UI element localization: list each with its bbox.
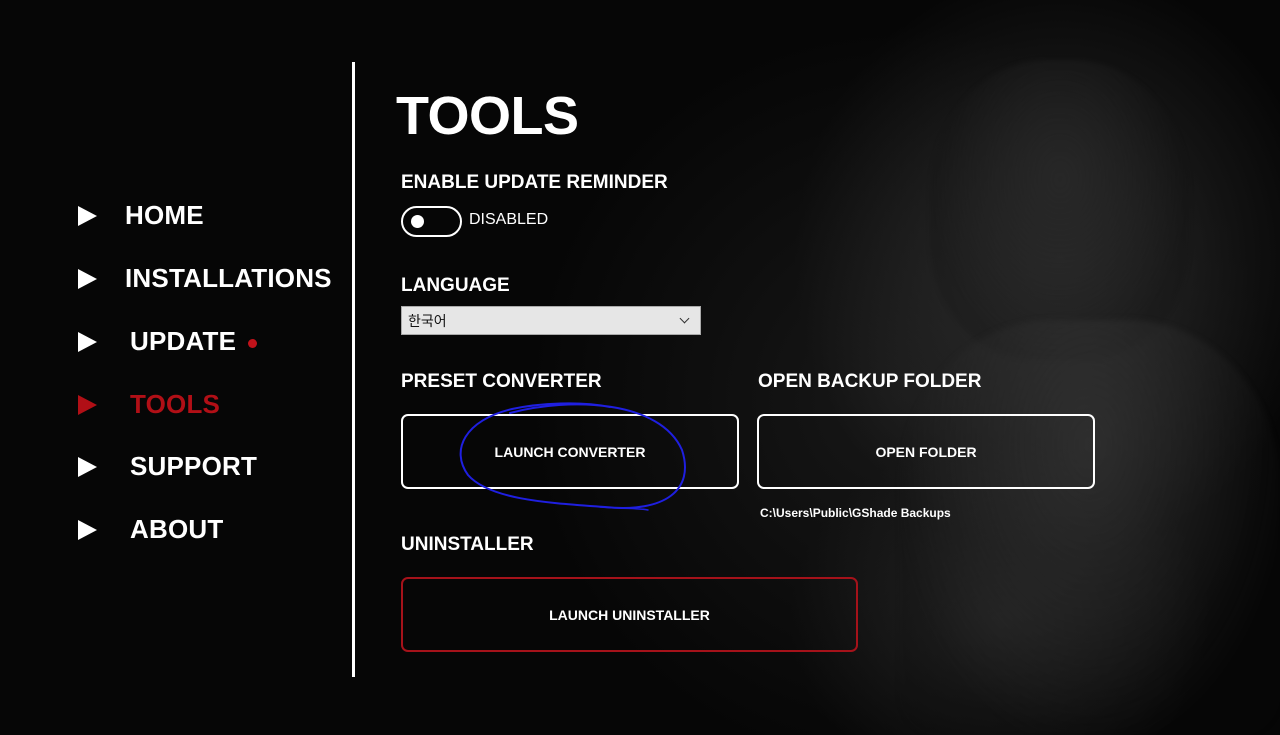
- nav-item-label: ABOUT: [130, 514, 224, 544]
- update-reminder-label: ENABLE UPDATE REMINDER: [401, 172, 668, 193]
- play-arrow-icon: [78, 268, 97, 289]
- nav-item-label: UPDATE: [130, 326, 237, 356]
- launch-uninstaller-button-label: LAUNCH UNINSTALLER: [549, 606, 710, 623]
- sidebar-divider: [352, 62, 355, 677]
- nav-item-support[interactable]: SUPPORT: [78, 451, 257, 482]
- sidebar-nav: HOME INSTALLATIONS UPDATE TOOLS SUPPORT …: [0, 0, 352, 735]
- launch-converter-button[interactable]: LAUNCH CONVERTER: [401, 414, 739, 489]
- open-folder-button-label: OPEN FOLDER: [875, 443, 977, 460]
- language-select[interactable]: 한국어: [401, 306, 701, 335]
- nav-item-installations[interactable]: INSTALLATIONS: [78, 263, 332, 294]
- update-reminder-toggle[interactable]: [401, 206, 462, 237]
- language-label: LANGUAGE: [401, 275, 510, 296]
- launch-uninstaller-button[interactable]: LAUNCH UNINSTALLER: [401, 577, 858, 652]
- nav-item-label: SUPPORT: [130, 451, 258, 481]
- nav-item-update[interactable]: UPDATE: [78, 326, 258, 357]
- nav-item-tools[interactable]: TOOLS: [78, 389, 220, 420]
- open-folder-button[interactable]: OPEN FOLDER: [757, 414, 1095, 489]
- update-reminder-state: DISABLED: [469, 211, 549, 228]
- nav-item-about[interactable]: ABOUT: [78, 514, 223, 545]
- play-arrow-icon: [78, 456, 97, 477]
- update-available-dot: [248, 339, 258, 348]
- nav-item-label: INSTALLATIONS: [125, 263, 332, 293]
- preset-converter-label: PRESET CONVERTER: [401, 371, 602, 392]
- launch-converter-button-label: LAUNCH CONVERTER: [494, 443, 646, 460]
- nav-item-home[interactable]: HOME: [78, 200, 204, 231]
- uninstaller-label: UNINSTALLER: [401, 534, 534, 555]
- play-arrow-icon: [78, 331, 97, 352]
- language-selected-value: 한국어: [408, 313, 447, 330]
- play-arrow-icon: [78, 205, 97, 226]
- nav-item-label: HOME: [125, 200, 204, 230]
- chevron-down-icon: [679, 313, 690, 324]
- play-arrow-icon: [78, 519, 97, 540]
- page-title: TOOLS: [396, 86, 579, 146]
- play-arrow-icon: [78, 394, 97, 415]
- backup-folder-label: OPEN BACKUP FOLDER: [758, 371, 982, 392]
- toggle-knob: [411, 215, 424, 228]
- character-artwork-head: [930, 60, 1190, 360]
- backup-folder-path: C:\Users\Public\GShade Backups: [760, 506, 951, 520]
- nav-item-label: TOOLS: [130, 389, 221, 419]
